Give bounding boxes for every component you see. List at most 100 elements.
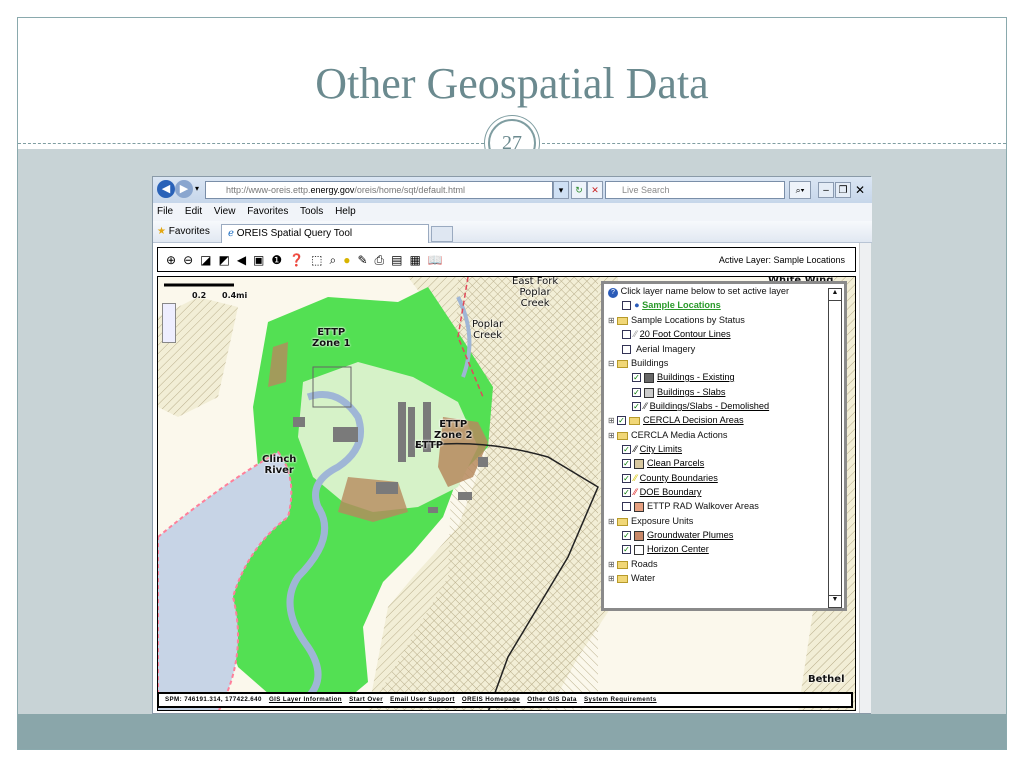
url-field[interactable]: http://www-oreis.ettp.energy.gov/oreis/h… — [205, 181, 553, 199]
url-dropdown-icon[interactable]: ▾ — [553, 181, 569, 199]
forward-icon[interactable]: ▶ — [175, 180, 193, 198]
link-other-gis-data[interactable]: Other GIS Data — [527, 696, 577, 703]
buffer-icon[interactable]: ● — [343, 253, 357, 267]
find-icon[interactable]: ⌕ — [329, 253, 343, 267]
restore-icon[interactable]: ❐ — [835, 182, 851, 198]
layer-label: Water — [631, 573, 656, 583]
active-layer-label: Active Layer: Sample Locations — [718, 255, 845, 265]
layer-label: City Limits — [639, 444, 683, 454]
layer-contour-lines[interactable]: ⁄⁄ 20 Foot Contour Lines — [622, 329, 731, 340]
coordinates-readout: SPM: 746191.314, 177422.640 — [165, 696, 262, 703]
label-poplar-creek: Poplar Creek — [472, 319, 504, 341]
layer-cercla-decision[interactable]: ⊞ ✓ CERCLA Decision Areas — [608, 415, 744, 426]
link-oreis-homepage[interactable]: OREIS Homepage — [462, 696, 520, 703]
layer-label: CERCLA Decision Areas — [643, 415, 744, 425]
zoom-box-icon[interactable]: ◪ — [200, 253, 218, 267]
layer-horizon-center[interactable]: ✓ Horizon Center — [622, 544, 709, 555]
favorites-bar: ★ Favorites ℯ OREIS Spatial Query Tool — [153, 221, 872, 243]
zoom-out-icon[interactable]: ⊖ — [183, 253, 200, 267]
scroll-down-icon[interactable]: ▼ — [829, 595, 841, 607]
scroll-up-icon[interactable]: ▲ — [829, 289, 841, 301]
map-tools: ⊕⊖◪◩◀▣❶❓⬚⌕●✎⎙▤▦📖 — [166, 253, 450, 268]
measure-icon[interactable]: ✎ — [357, 253, 374, 267]
select-icon[interactable]: ⬚ — [311, 253, 329, 267]
query-icon[interactable]: ❓ — [289, 253, 311, 267]
map-toolbar: ⊕⊖◪◩◀▣❶❓⬚⌕●✎⎙▤▦📖 Active Layer: Sample Lo… — [157, 247, 856, 272]
search-input[interactable]: Live Search — [605, 181, 785, 199]
layer-buildings-demolished[interactable]: ✓ ⁄⁄ Buildings/Slabs - Demolished — [632, 401, 769, 412]
zoom-in-icon[interactable]: ⊕ — [166, 253, 183, 267]
layer-label: Horizon Center — [647, 544, 709, 554]
link-start-over[interactable]: Start Over — [349, 696, 383, 703]
menu-tools[interactable]: Tools — [300, 206, 323, 217]
stop-icon[interactable]: ✕ — [587, 181, 603, 199]
menu-help[interactable]: Help — [335, 206, 356, 217]
layer-sample-locations[interactable]: ● Sample Locations — [622, 300, 721, 311]
layer-panel-scrollbar[interactable]: ▲ ▼ — [828, 288, 842, 608]
browser-window: ◀ ▶ ▾ http://www-oreis.ettp.energy.gov/o… — [152, 176, 872, 714]
layer-buildings-slabs[interactable]: ✓ Buildings - Slabs — [632, 387, 725, 398]
url-suffix: /oreis/home/sqt/default.html — [354, 185, 465, 195]
layer-city-limits[interactable]: ✓ ⁄⁄ City Limits — [622, 444, 683, 455]
layer-label: County Boundaries — [639, 473, 718, 483]
layer-buildings[interactable]: ⊟ Buildings — [608, 358, 668, 368]
star-icon: ★ — [157, 226, 166, 237]
layer-roads[interactable]: ⊞ Roads — [608, 559, 658, 569]
layer-doe-boundary[interactable]: ✓ ⁄⁄ DOE Boundary — [622, 487, 701, 498]
tab-title: OREIS Spatial Query Tool — [236, 228, 353, 239]
layer-cercla-media[interactable]: ⊞ CERCLA Media Actions — [608, 430, 728, 440]
layer-label: Buildings - Existing — [657, 372, 735, 382]
full-extent-icon[interactable]: ▣ — [253, 253, 271, 267]
history-dropdown-icon[interactable]: ▾ — [195, 184, 199, 193]
layer-label: 20 Foot Contour Lines — [639, 329, 731, 339]
tab-oreis[interactable]: ℯ OREIS Spatial Query Tool — [221, 224, 429, 243]
layer-label: Sample Locations by Status — [631, 315, 745, 325]
layer-rad-walkover[interactable]: ETTP RAD Walkover Areas — [622, 501, 759, 512]
link-system-requirements[interactable]: System Requirements — [584, 696, 657, 703]
layer-label: Clean Parcels — [647, 458, 705, 468]
legend-icon[interactable]: ▤ — [391, 253, 409, 267]
image-icon[interactable]: ▦ — [409, 253, 427, 267]
layer-buildings-existing[interactable]: ✓ Buildings - Existing — [632, 372, 735, 383]
map-view[interactable]: 0.2 0.4mi ETTP Zone 1 ETTP Zone 2 ETTP C… — [157, 276, 856, 711]
info-icon[interactable]: ❶ — [271, 253, 289, 267]
layer-label: Exposure Units — [631, 516, 694, 526]
help-book-icon[interactable]: 📖 — [428, 253, 450, 267]
back-icon[interactable]: ◀ — [157, 180, 175, 198]
label-ettp-zone1: ETTP Zone 1 — [312, 327, 351, 349]
page-scrollbar[interactable] — [859, 243, 871, 713]
label-east-fork: East Fork Poplar Creek — [512, 276, 559, 309]
favorites-button[interactable]: ★ Favorites — [157, 226, 210, 237]
print-icon[interactable]: ⎙ — [375, 253, 392, 267]
divider-left — [18, 143, 484, 144]
link-gis-layer-info[interactable]: GIS Layer Information — [269, 696, 342, 703]
menu-view[interactable]: View — [214, 206, 236, 217]
label-ettp: ETTP — [415, 440, 444, 451]
layer-panel: ? Click layer name below to set active l… — [601, 281, 847, 611]
menu-favorites[interactable]: Favorites — [247, 206, 288, 217]
pan-back-icon[interactable]: ◀ — [237, 253, 253, 267]
close-icon[interactable]: ✕ — [852, 182, 868, 198]
minimize-icon[interactable]: – — [818, 182, 834, 198]
layer-clean-parcels[interactable]: ✓ Clean Parcels — [622, 458, 704, 469]
search-icon[interactable]: ⌕▾ — [789, 181, 811, 199]
layer-groundwater-plumes[interactable]: ✓ Groundwater Plumes — [622, 530, 733, 541]
link-email-support[interactable]: Email User Support — [390, 696, 455, 703]
layer-label: Groundwater Plumes — [647, 530, 734, 540]
url-prefix: http://www-oreis.ettp. — [226, 185, 311, 195]
label-bethel: Bethel — [808, 674, 845, 685]
layer-water[interactable]: ⊞ Water — [608, 573, 655, 583]
layer-label: Buildings - Slabs — [657, 387, 726, 397]
favorites-label: Favorites — [168, 226, 210, 237]
zoom-previous-icon[interactable]: ◩ — [218, 253, 236, 267]
layer-county-boundaries[interactable]: ✓ ⁄⁄ County Boundaries — [622, 473, 718, 484]
zoom-slider[interactable] — [162, 303, 176, 343]
layer-sample-by-status[interactable]: ⊞ Sample Locations by Status — [608, 315, 745, 325]
layer-aerial-imagery[interactable]: Aerial Imagery — [622, 344, 696, 355]
menu-file[interactable]: File — [157, 206, 173, 217]
layer-exposure-units[interactable]: ⊞ Exposure Units — [608, 516, 693, 526]
menu-edit[interactable]: Edit — [185, 206, 202, 217]
new-tab-button[interactable] — [431, 226, 453, 242]
refresh-icon[interactable]: ↻ — [571, 181, 587, 199]
layer-label: Aerial Imagery — [636, 344, 696, 354]
